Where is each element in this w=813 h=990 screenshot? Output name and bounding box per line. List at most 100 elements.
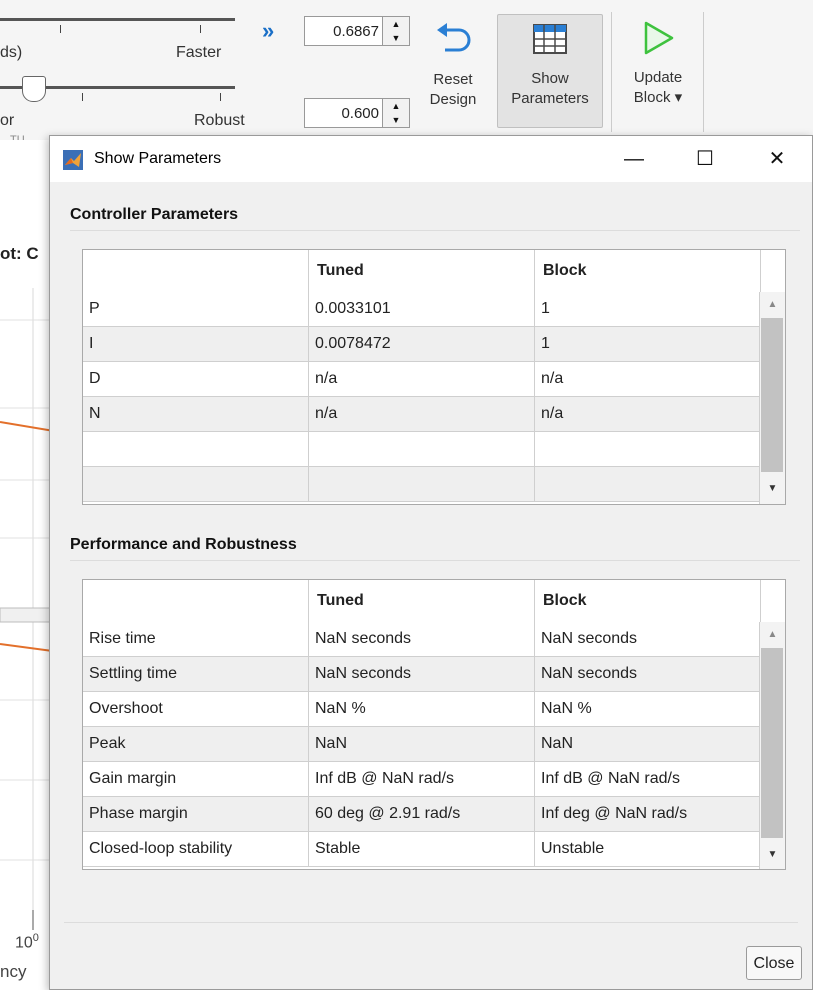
x-tick-exponent: 0 bbox=[32, 932, 39, 944]
slider2-left-label: or bbox=[0, 112, 15, 129]
performance-table[interactable]: Tuned Block Rise time NaN seconds NaN se… bbox=[82, 579, 786, 870]
slider1-left-label: ds) bbox=[0, 44, 23, 61]
scroll-thumb[interactable] bbox=[761, 318, 783, 472]
toolstrip-separator bbox=[611, 12, 612, 132]
table-row[interactable]: P 0.0033101 1 bbox=[83, 292, 761, 327]
metric-tuned: NaN seconds bbox=[309, 657, 535, 691]
scroll-up-icon[interactable]: ▲ bbox=[760, 296, 785, 314]
scroll-up-icon[interactable]: ▲ bbox=[760, 626, 785, 644]
param-tuned: n/a bbox=[309, 362, 535, 396]
header-cell-name bbox=[83, 250, 309, 292]
expand-chevron-icon[interactable]: » bbox=[262, 18, 274, 44]
transient-value: 0.600 bbox=[341, 105, 379, 122]
spinner-arrows[interactable]: ▲ ▼ bbox=[382, 17, 409, 45]
table-row[interactable]: Peak NaN NaN bbox=[83, 727, 761, 762]
controller-parameters-table[interactable]: Tuned Block P 0.0033101 1 I 0.0078472 1 … bbox=[82, 249, 786, 505]
scroll-thumb[interactable] bbox=[761, 648, 783, 838]
param-tuned: 0.0078472 bbox=[309, 327, 535, 361]
slider-thumb[interactable] bbox=[22, 76, 46, 102]
reset-design-label-1: Reset bbox=[433, 71, 473, 88]
section-divider bbox=[70, 560, 800, 561]
metric-block: NaN % bbox=[535, 692, 761, 726]
param-name bbox=[83, 432, 309, 466]
close-button[interactable]: Close bbox=[746, 946, 802, 980]
update-block-label-2: Block ▾ bbox=[633, 89, 683, 106]
scroll-down-icon[interactable]: ▼ bbox=[760, 480, 785, 498]
param-tuned bbox=[309, 467, 535, 501]
response-time-spinner[interactable]: 0.6867 ▲ ▼ bbox=[304, 16, 410, 46]
header-cell-name bbox=[83, 580, 309, 622]
table-row[interactable]: Phase margin 60 deg @ 2.91 rad/s Inf deg… bbox=[83, 797, 761, 832]
table-header: Tuned Block bbox=[83, 250, 785, 293]
table-row[interactable]: Gain margin Inf dB @ NaN rad/s Inf dB @ … bbox=[83, 762, 761, 797]
spinner-arrows[interactable]: ▲ ▼ bbox=[382, 99, 409, 127]
metric-name: Settling time bbox=[83, 657, 309, 691]
scroll-down-icon[interactable]: ▼ bbox=[760, 846, 785, 864]
header-cell-tuned: Tuned bbox=[309, 580, 535, 622]
metric-tuned: NaN seconds bbox=[309, 622, 535, 656]
table-row[interactable] bbox=[83, 467, 761, 502]
metric-tuned: Stable bbox=[309, 832, 535, 866]
controller-parameters-heading: Controller Parameters bbox=[70, 206, 239, 223]
table-icon bbox=[533, 24, 567, 54]
param-block: 1 bbox=[535, 327, 761, 361]
reset-design-button[interactable]: Reset Design bbox=[415, 22, 491, 132]
close-icon[interactable]: ✕ bbox=[754, 144, 800, 174]
response-time-value: 0.6867 bbox=[333, 23, 379, 40]
spin-down-icon[interactable]: ▼ bbox=[383, 113, 409, 127]
header-cell-tuned: Tuned bbox=[309, 250, 535, 292]
spin-up-icon[interactable]: ▲ bbox=[383, 17, 409, 31]
header-cell-block: Block bbox=[535, 250, 761, 292]
table-row[interactable] bbox=[83, 432, 761, 467]
param-tuned bbox=[309, 432, 535, 466]
metric-name: Overshoot bbox=[83, 692, 309, 726]
metric-tuned: NaN % bbox=[309, 692, 535, 726]
table-row[interactable]: Settling time NaN seconds NaN seconds bbox=[83, 657, 761, 692]
transient-spinner[interactable]: 0.600 ▲ ▼ bbox=[304, 98, 410, 128]
metric-name: Gain margin bbox=[83, 762, 309, 796]
table-row[interactable]: Rise time NaN seconds NaN seconds bbox=[83, 622, 761, 657]
slider-tick bbox=[220, 93, 221, 101]
param-block: n/a bbox=[535, 362, 761, 396]
metric-block: Inf dB @ NaN rad/s bbox=[535, 762, 761, 796]
slider-tick bbox=[82, 93, 83, 101]
dialog-titlebar[interactable]: Show Parameters — ☐ ✕ bbox=[50, 136, 812, 182]
param-block: n/a bbox=[535, 397, 761, 431]
param-block bbox=[535, 467, 761, 501]
metric-block: NaN seconds bbox=[535, 622, 761, 656]
table-row[interactable]: Closed-loop stability Stable Unstable bbox=[83, 832, 761, 867]
undo-icon bbox=[437, 23, 471, 52]
footer-divider bbox=[64, 922, 798, 923]
show-parameters-button[interactable]: Show Parameters bbox=[497, 14, 603, 128]
show-parameters-label-2: Parameters bbox=[511, 90, 589, 107]
toolstrip-separator bbox=[703, 12, 704, 132]
show-parameters-label-1: Show bbox=[531, 70, 569, 87]
play-icon bbox=[644, 21, 674, 55]
dialog-title: Show Parameters bbox=[94, 150, 222, 167]
x-axis-label-fragment: ncy bbox=[0, 962, 27, 981]
maximize-icon[interactable]: ☐ bbox=[682, 144, 728, 174]
performance-table-scrollbar[interactable]: ▲ ▼ bbox=[759, 622, 785, 869]
controller-table-scrollbar[interactable]: ▲ ▼ bbox=[759, 292, 785, 504]
param-name: N bbox=[83, 397, 309, 431]
section-divider bbox=[70, 230, 800, 231]
table-row[interactable]: Overshoot NaN % NaN % bbox=[83, 692, 761, 727]
table-row[interactable]: N n/a n/a bbox=[83, 397, 761, 432]
metric-block: NaN bbox=[535, 727, 761, 761]
response-time-slider[interactable] bbox=[0, 18, 235, 21]
table-header: Tuned Block bbox=[83, 580, 785, 623]
table-row[interactable]: I 0.0078472 1 bbox=[83, 327, 761, 362]
performance-robustness-heading: Performance and Robustness bbox=[70, 536, 297, 553]
slider-tick bbox=[200, 25, 201, 33]
param-tuned: n/a bbox=[309, 397, 535, 431]
param-block: 1 bbox=[535, 292, 761, 326]
param-block bbox=[535, 432, 761, 466]
spin-down-icon[interactable]: ▼ bbox=[383, 31, 409, 45]
spin-up-icon[interactable]: ▲ bbox=[383, 99, 409, 113]
param-name bbox=[83, 467, 309, 501]
metric-name: Rise time bbox=[83, 622, 309, 656]
table-row[interactable]: D n/a n/a bbox=[83, 362, 761, 397]
metric-name: Peak bbox=[83, 727, 309, 761]
minimize-icon[interactable]: — bbox=[611, 144, 657, 174]
update-block-button[interactable]: Update Block ▾ bbox=[616, 20, 700, 132]
